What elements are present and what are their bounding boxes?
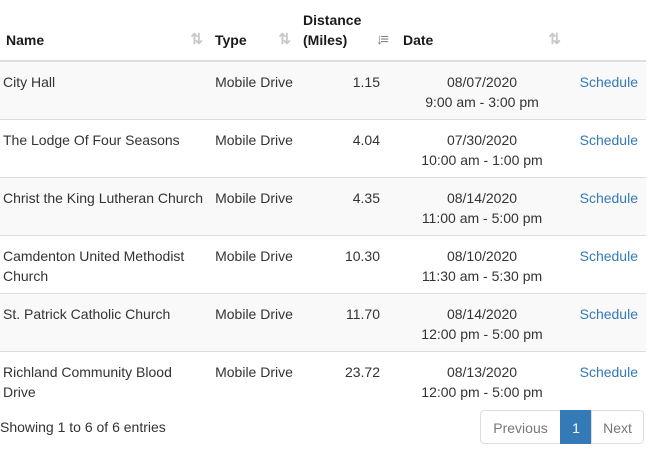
cell-distance: 23.72: [344, 364, 380, 380]
page-1-button[interactable]: 1: [560, 410, 592, 444]
cell-time: 9:00 am - 3:00 pm: [425, 94, 539, 110]
cell-distance: 4.35: [352, 190, 380, 206]
cell-name: City Hall: [3, 74, 56, 90]
column-label-date: Date: [403, 32, 434, 48]
cell-time: 12:00 pm - 5:00 pm: [421, 384, 543, 400]
sort-both-icon: ⇅: [278, 31, 290, 48]
cell-type: Mobile Drive: [215, 190, 293, 206]
cell-time: 12:00 pm - 5:00 pm: [421, 326, 543, 342]
column-label-type: Type: [215, 32, 247, 48]
cell-date: 08/07/2020: [446, 74, 518, 90]
table-info: Showing 1 to 6 of 6 entries: [0, 419, 166, 435]
cell-date: 08/14/2020: [446, 306, 518, 322]
cell-date: 07/30/2020: [446, 132, 518, 148]
schedule-link[interactable]: Schedule: [580, 190, 638, 206]
cell-distance: 1.15: [352, 74, 380, 90]
previous-page-button[interactable]: Previous: [480, 410, 561, 444]
column-label-distance-line1: Distance: [303, 12, 362, 28]
cell-name: Christ the King Lutheran Church: [3, 190, 203, 206]
cell-distance: 10.30: [344, 248, 380, 264]
cell-time: 11:30 am - 5:30 pm: [421, 268, 543, 284]
entries-view: Name ⇅ Type ⇅ Distance (Miles) ↓≡ Date ⇅: [0, 0, 651, 457]
schedule-link[interactable]: Schedule: [580, 74, 638, 90]
schedule-link[interactable]: Schedule: [580, 248, 638, 264]
cell-time: 10:00 am - 1:00 pm: [421, 152, 543, 168]
table-row: The Lodge Of Four Seasons Mobile Drive 4…: [0, 119, 646, 178]
cell-type: Mobile Drive: [215, 306, 293, 322]
sort-ascending-icon: ↓≡: [375, 31, 389, 48]
table-row: City Hall Mobile Drive 1.15 08/07/2020 9:…: [0, 61, 646, 120]
column-header-name[interactable]: Name ⇅: [0, 0, 210, 62]
schedule-link[interactable]: Schedule: [580, 132, 638, 148]
cell-type: Mobile Drive: [215, 248, 293, 264]
table-row: Camdenton United Methodist Church Mobile…: [0, 235, 646, 294]
column-header-distance[interactable]: Distance (Miles) ↓≡: [298, 0, 396, 62]
cell-type: Mobile Drive: [215, 74, 293, 90]
cell-name: Richland Community Blood Drive: [3, 364, 172, 400]
column-label-distance-line2: (Miles): [303, 32, 348, 48]
sort-both-icon: ⇅: [190, 31, 202, 48]
table-row: St. Patrick Catholic Church Mobile Drive…: [0, 293, 646, 352]
cell-type: Mobile Drive: [215, 132, 293, 148]
cell-name: St. Patrick Catholic Church: [3, 306, 171, 322]
cell-date: 08/14/2020: [446, 190, 518, 206]
cell-date: 08/10/2020: [446, 248, 518, 264]
cell-type: Mobile Drive: [215, 364, 293, 380]
schedule-link[interactable]: Schedule: [580, 364, 638, 380]
column-header-date[interactable]: Date ⇅: [396, 0, 568, 62]
column-label-distance: Distance (Miles): [303, 10, 361, 50]
table-row: Christ the King Lutheran Church Mobile D…: [0, 177, 646, 236]
pagination: Previous 1 Next: [480, 410, 644, 444]
column-header-action: [568, 0, 646, 62]
cell-name: The Lodge Of Four Seasons: [3, 132, 180, 148]
table-header-row: Name ⇅ Type ⇅ Distance (Miles) ↓≡ Date ⇅: [0, 0, 646, 62]
next-page-button[interactable]: Next: [591, 410, 644, 444]
cell-time: 11:00 am - 5:00 pm: [421, 210, 543, 226]
cell-distance: 11.70: [346, 306, 380, 322]
cell-distance: 4.04: [352, 132, 380, 148]
cell-date: 08/13/2020: [446, 364, 518, 380]
table-row: Richland Community Blood Drive Mobile Dr…: [0, 351, 646, 409]
blood-drive-table: Name ⇅ Type ⇅ Distance (Miles) ↓≡ Date ⇅: [0, 0, 646, 409]
column-header-type[interactable]: Type ⇅: [210, 0, 298, 62]
sort-both-icon: ⇅: [548, 31, 560, 48]
cell-name: Camdenton United Methodist Church: [3, 248, 185, 284]
schedule-link[interactable]: Schedule: [580, 306, 638, 322]
column-label-name: Name: [6, 32, 45, 48]
